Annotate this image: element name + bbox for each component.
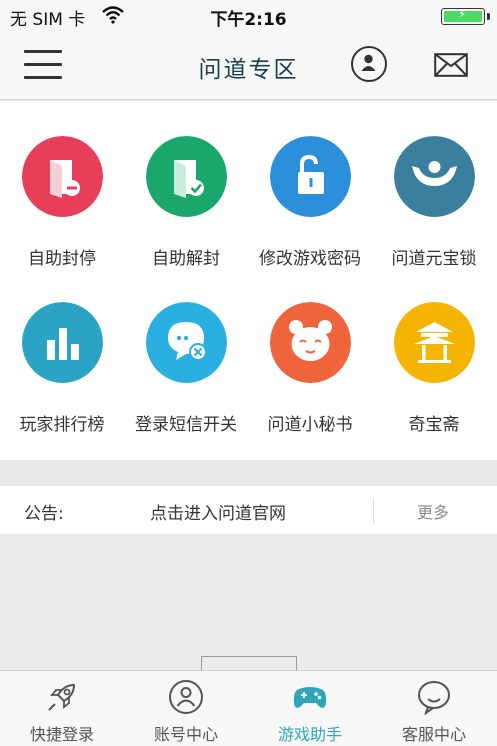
gamepad-icon [292,679,328,715]
user-circle-icon [168,679,204,715]
envelope-icon [434,53,468,77]
profile-button[interactable] [351,46,387,82]
clock: 下午2:16 [210,10,287,30]
feature-label: 玩家排行榜 [19,415,105,435]
person-icon [361,54,376,71]
tab-account-center[interactable]: 账号中心 [124,671,248,746]
feature-label: 自助解封 [152,249,220,269]
feature-label: 自助封停 [28,249,96,269]
notice-bar: 公告: 点击进入问道官网 更多 [0,485,497,535]
tab-bar: 快捷登录 账号中心 游戏助手 客服中心 [0,670,497,746]
feature-label: 问道小秘书 [267,415,353,435]
battery-icon: ⚡ [441,8,485,25]
tab-game-assistant[interactable]: 游戏助手 [248,671,372,746]
tab-label: 快捷登录 [29,725,94,744]
feature-label: 奇宝斋 [408,415,460,435]
feature-leaderboard[interactable]: 玩家排行榜 [0,267,124,437]
notice-label: 公告: [24,504,64,524]
folder-minus-icon [22,136,103,217]
content-area [0,536,497,676]
feature-label: 登录短信开关 [135,415,237,435]
feature-treasure-shop[interactable]: 奇宝斋 [372,267,496,437]
feature-label: 问道元宝锁 [391,249,477,269]
tab-quick-login[interactable]: 快捷登录 [0,671,124,746]
feature-label: 修改游戏密码 [259,249,361,269]
battery-tip [487,13,490,20]
more-button[interactable]: 更多 [417,499,449,523]
tab-label: 游戏助手 [277,725,342,744]
secretary-face-icon [270,302,351,383]
tab-customer-service[interactable]: 客服中心 [372,671,496,746]
rocket-icon [44,679,80,715]
feature-sms-switch[interactable]: 登录短信开关 [124,267,248,437]
unlock-icon [270,136,351,217]
feature-ingot-lock[interactable]: 问道元宝锁 [372,101,496,271]
notice-divider [373,498,374,524]
feature-self-unban[interactable]: 自助解封 [124,101,248,271]
feature-secretary[interactable]: 问道小秘书 [248,267,372,437]
bar-chart-icon [22,302,103,383]
tab-label: 账号中心 [153,725,218,744]
page-title: 问道专区 [198,57,299,83]
feature-change-password[interactable]: 修改游戏密码 [248,101,372,271]
mail-button[interactable] [434,53,468,77]
pavilion-icon [394,302,475,383]
sms-toggle-icon [146,302,227,383]
official-site-link[interactable]: 点击进入问道官网 [150,499,286,524]
tab-label: 客服中心 [401,725,466,744]
feature-grid: 自助封停 自助解封 修改游戏密码 问道元宝锁 玩家排行榜 登录短信开关 问道小秘… [0,101,497,460]
ingot-lock-icon [394,136,475,217]
chat-bubble-icon [416,679,452,716]
status-bar: 无 SIM 卡 下午2:16 ⚡ [0,0,497,32]
feature-self-suspend[interactable]: 自助封停 [0,101,124,271]
folder-check-icon [146,136,227,217]
nav-bar: 问道专区 [0,32,497,100]
